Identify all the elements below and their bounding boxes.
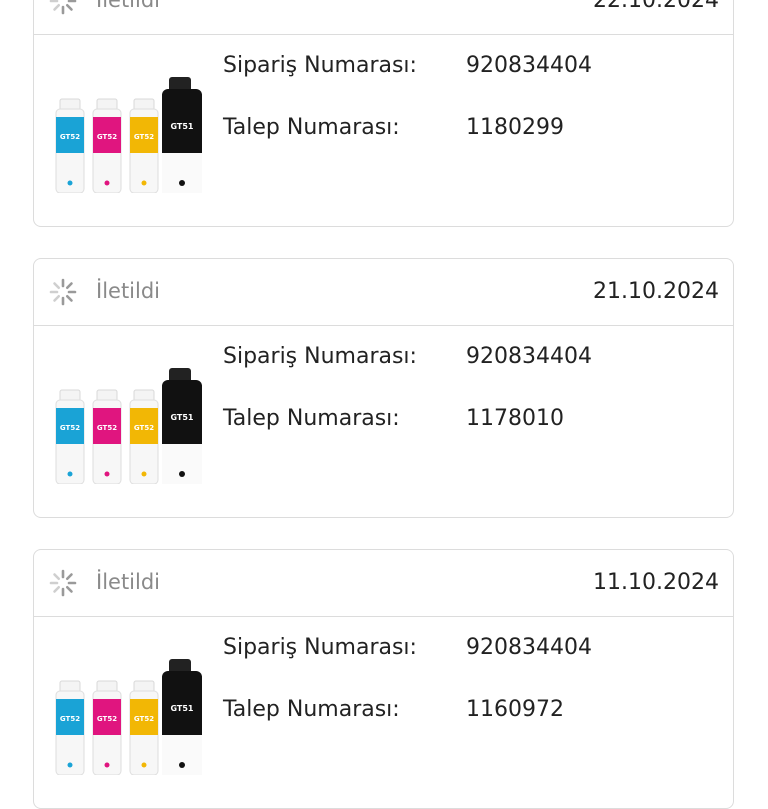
svg-text:GT52: GT52 — [60, 715, 80, 723]
order-card-body: GT52 GT52 GT52 GT51 Sipariş Numarası: 92083… — [34, 617, 733, 808]
order-date: 21.10.2024 — [593, 279, 719, 304]
order-card-header: İletildi 11.10.2024 — [34, 550, 733, 617]
svg-text:GT51: GT51 — [170, 413, 193, 422]
order-number-label: Sipariş Numarası: — [223, 53, 417, 78]
order-card-body: GT52 GT52 GT52 GT51 Sipariş Numarası: 92083… — [34, 35, 733, 226]
order-card[interactable]: İletildi 11.10.2024 GT52 GT52 GT52 GT51 Sip… — [33, 549, 734, 809]
svg-text:GT52: GT52 — [60, 424, 80, 432]
request-number-value: 1160972 — [466, 697, 564, 722]
spinner-icon — [49, 0, 77, 15]
order-date: 11.10.2024 — [593, 570, 719, 595]
spinner-icon — [49, 278, 77, 306]
order-date: 22.10.2024 — [593, 0, 719, 13]
status-text: İletildi — [96, 0, 161, 12]
status-text: İletildi — [96, 279, 161, 303]
order-number-label: Sipariş Numarası: — [223, 344, 417, 369]
order-number-value: 920834404 — [466, 635, 592, 660]
svg-text:GT52: GT52 — [134, 133, 154, 141]
svg-text:GT52: GT52 — [97, 133, 117, 141]
order-card-header: İletildi 21.10.2024 — [34, 259, 733, 326]
svg-text:GT52: GT52 — [60, 133, 80, 141]
request-number-label: Talep Numarası: — [223, 406, 400, 431]
svg-text:GT52: GT52 — [134, 715, 154, 723]
request-number-value: 1180299 — [466, 115, 564, 140]
svg-text:GT52: GT52 — [97, 715, 117, 723]
product-image: GT52 GT52 GT52 GT51 — [55, 77, 202, 193]
order-card[interactable]: İletildi 21.10.2024 GT52 GT52 GT52 GT51 Sip… — [33, 258, 734, 518]
svg-text:GT52: GT52 — [134, 424, 154, 432]
svg-text:GT51: GT51 — [170, 704, 193, 713]
order-number-label: Sipariş Numarası: — [223, 635, 417, 660]
order-card-header: İletildi 22.10.2024 — [34, 0, 733, 35]
product-image: GT52 GT52 GT52 GT51 — [55, 368, 202, 484]
order-number-value: 920834404 — [466, 344, 592, 369]
request-number-label: Talep Numarası: — [223, 697, 400, 722]
svg-text:GT51: GT51 — [170, 122, 193, 131]
request-number-value: 1178010 — [466, 406, 564, 431]
order-card-body: GT52 GT52 GT52 GT51 Sipariş Numarası: 92083… — [34, 326, 733, 517]
product-image: GT52 GT52 GT52 GT51 — [55, 659, 202, 775]
order-number-value: 920834404 — [466, 53, 592, 78]
status-text: İletildi — [96, 570, 161, 594]
svg-text:GT52: GT52 — [97, 424, 117, 432]
order-card[interactable]: İletildi 22.10.2024 GT52 GT52 GT52 GT51 Sip… — [33, 0, 734, 227]
request-number-label: Talep Numarası: — [223, 115, 400, 140]
spinner-icon — [49, 569, 77, 597]
